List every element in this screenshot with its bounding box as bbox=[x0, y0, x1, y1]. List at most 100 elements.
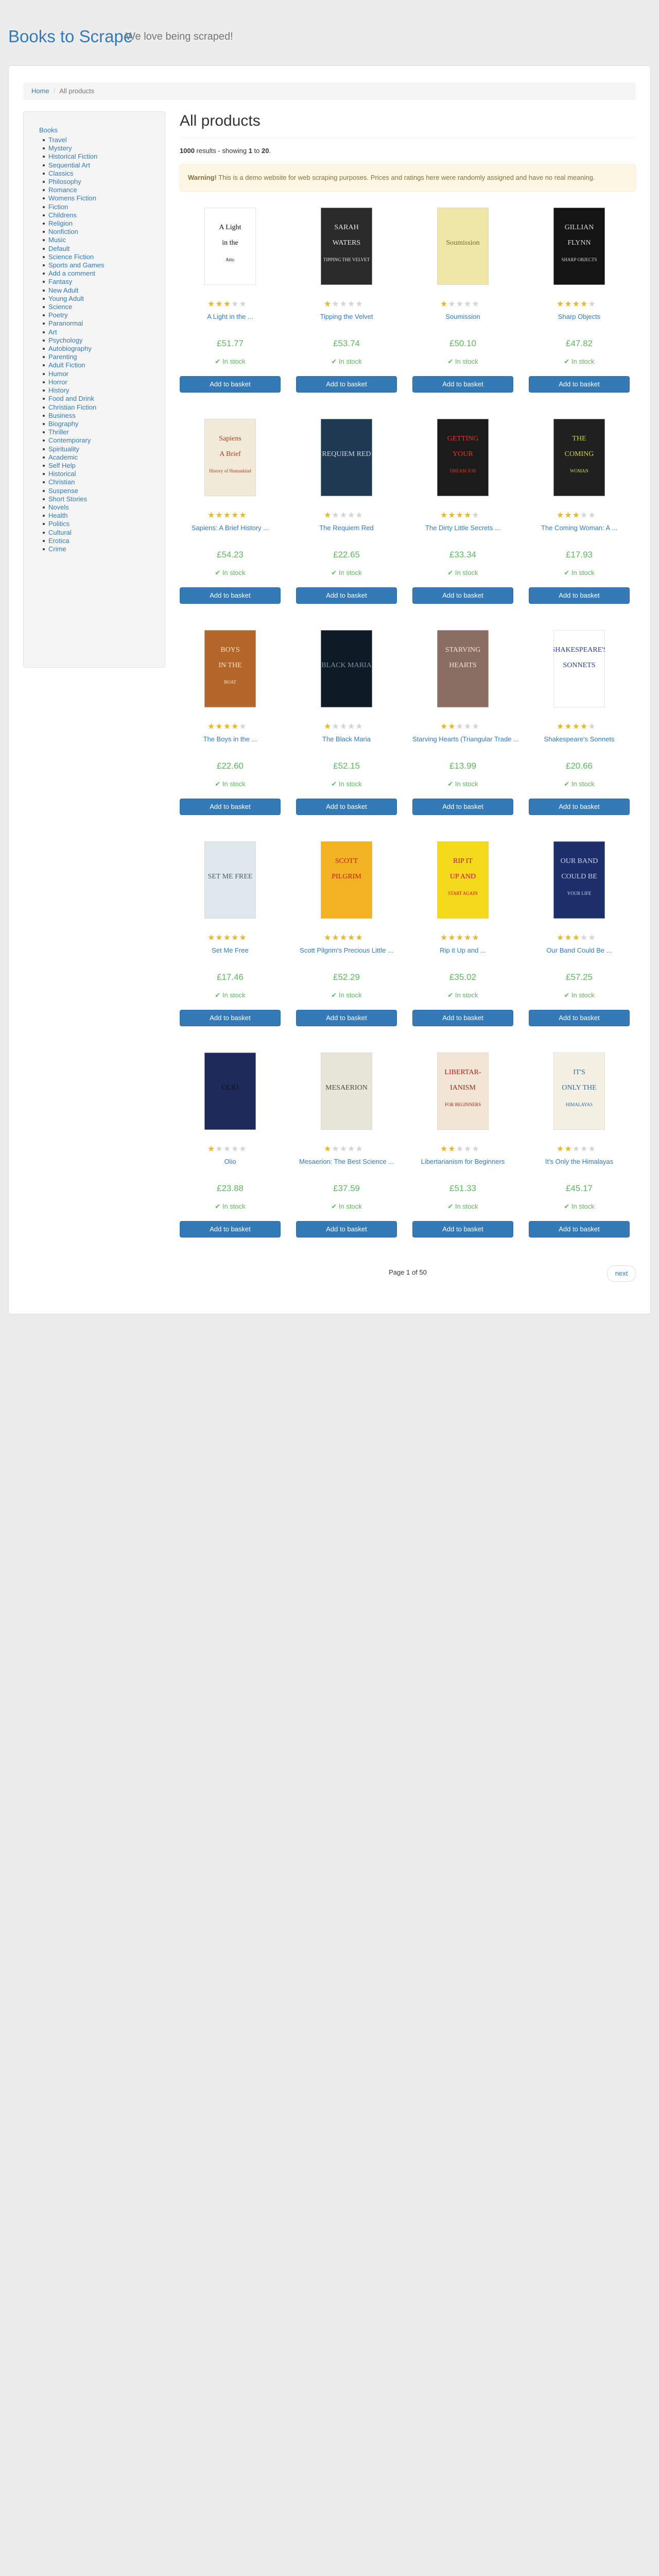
category-link[interactable]: Historical Fiction bbox=[48, 152, 97, 160]
category-link[interactable]: Contemporary bbox=[48, 436, 91, 444]
product-title-link[interactable]: It's Only the Himalayas bbox=[529, 1158, 630, 1165]
category-link[interactable]: Science Fiction bbox=[48, 253, 94, 261]
book-cover[interactable]: BLACK MARIA bbox=[314, 630, 379, 708]
category-link[interactable]: Horror bbox=[48, 378, 67, 386]
category-link[interactable]: Childrens bbox=[48, 211, 77, 219]
category-link[interactable]: Nonfiction bbox=[48, 228, 78, 235]
add-to-basket-button[interactable]: Add to basket bbox=[529, 587, 630, 604]
product-title-link[interactable]: The Boys in the ... bbox=[180, 735, 281, 743]
category-link[interactable]: Academic bbox=[48, 453, 78, 461]
product-title-link[interactable]: Tipping the Velvet bbox=[296, 313, 397, 320]
category-link[interactable]: Autobiography bbox=[48, 345, 92, 352]
category-link[interactable]: Biography bbox=[48, 420, 79, 428]
book-cover[interactable]: Soumission bbox=[430, 207, 495, 285]
category-link[interactable]: Novels bbox=[48, 503, 69, 511]
product-title-link[interactable]: Soumission bbox=[412, 313, 513, 320]
brand-link[interactable]: Books to Scrape bbox=[8, 27, 133, 46]
product-title-link[interactable]: Rip it Up and ... bbox=[412, 946, 513, 954]
category-link[interactable]: Business bbox=[48, 412, 76, 419]
add-to-basket-button[interactable]: Add to basket bbox=[296, 1221, 397, 1238]
add-to-basket-button[interactable]: Add to basket bbox=[529, 1221, 630, 1238]
book-cover[interactable]: REQUIEM RED bbox=[314, 418, 379, 497]
product-title-link[interactable]: Shakespeare's Sonnets bbox=[529, 735, 630, 743]
breadcrumb-home[interactable]: Home bbox=[31, 87, 49, 95]
category-link[interactable]: Womens Fiction bbox=[48, 194, 96, 202]
category-link[interactable]: Art bbox=[48, 328, 57, 336]
book-cover[interactable]: BOYS IN THE BOAT bbox=[198, 630, 263, 708]
category-link[interactable]: Classics bbox=[48, 170, 73, 177]
product-title-link[interactable]: Starving Hearts (Triangular Trade ... bbox=[412, 735, 519, 743]
category-link[interactable]: History bbox=[48, 386, 69, 394]
category-link[interactable]: Spirituality bbox=[48, 445, 79, 453]
add-to-basket-button[interactable]: Add to basket bbox=[529, 799, 630, 815]
add-to-basket-button[interactable]: Add to basket bbox=[296, 1010, 397, 1026]
category-link[interactable]: Sequential Art bbox=[48, 161, 90, 169]
category-link[interactable]: Crime bbox=[48, 545, 66, 553]
book-cover[interactable]: OUR BAND COULD BE YOUR LIFE bbox=[547, 841, 612, 919]
add-to-basket-button[interactable]: Add to basket bbox=[180, 587, 281, 604]
book-cover[interactable]: MESAERION bbox=[314, 1052, 379, 1130]
book-cover[interactable]: A Light in the Attic bbox=[198, 207, 263, 285]
category-link[interactable]: Politics bbox=[48, 520, 70, 528]
category-link[interactable]: Science bbox=[48, 303, 72, 311]
category-link[interactable]: Romance bbox=[48, 186, 77, 194]
product-title-link[interactable]: The Dirty Little Secrets ... bbox=[412, 524, 513, 532]
category-link[interactable]: Fiction bbox=[48, 203, 68, 211]
book-cover[interactable]: RIP IT UP AND START AGAIN bbox=[430, 841, 495, 919]
category-link[interactable]: Add a comment bbox=[48, 269, 95, 277]
add-to-basket-button[interactable]: Add to basket bbox=[529, 1010, 630, 1026]
book-cover[interactable]: SET ME FREE bbox=[198, 841, 263, 919]
book-cover[interactable]: GETTING YOUR DREAM JOB bbox=[430, 418, 495, 497]
category-link[interactable]: Adult Fiction bbox=[48, 361, 85, 369]
book-cover[interactable]: LIBERTAR- IANISM FOR BEGINNERS bbox=[430, 1052, 495, 1130]
add-to-basket-button[interactable]: Add to basket bbox=[180, 1221, 281, 1238]
category-link[interactable]: Parenting bbox=[48, 353, 77, 361]
add-to-basket-button[interactable]: Add to basket bbox=[412, 376, 513, 393]
add-to-basket-button[interactable]: Add to basket bbox=[296, 799, 397, 815]
category-link[interactable]: Young Adult bbox=[48, 295, 84, 302]
category-link[interactable]: Philosophy bbox=[48, 178, 81, 185]
category-link[interactable]: Cultural bbox=[48, 529, 72, 536]
book-cover[interactable]: SARAH WATERS TIPPING THE VELVET bbox=[314, 207, 379, 285]
category-link[interactable]: Christian Fiction bbox=[48, 403, 96, 411]
add-to-basket-button[interactable]: Add to basket bbox=[180, 799, 281, 815]
category-link[interactable]: Short Stories bbox=[48, 495, 87, 503]
category-link[interactable]: Erotica bbox=[48, 537, 69, 545]
category-link[interactable]: Christian bbox=[48, 478, 75, 486]
add-to-basket-button[interactable]: Add to basket bbox=[412, 1221, 513, 1238]
book-cover[interactable]: STARVING HEARTS bbox=[430, 630, 495, 708]
product-title-link[interactable]: Our Band Could Be ... bbox=[529, 946, 630, 954]
category-link[interactable]: Psychology bbox=[48, 336, 82, 344]
product-title-link[interactable]: Libertarianism for Beginners bbox=[412, 1158, 513, 1165]
product-title-link[interactable]: Mesaerion: The Best Science ... bbox=[296, 1158, 397, 1165]
category-link[interactable]: New Adult bbox=[48, 286, 79, 294]
category-link[interactable]: Mystery bbox=[48, 144, 72, 152]
product-title-link[interactable]: The Black Maria bbox=[296, 735, 397, 743]
book-cover[interactable]: SCOTT PILGRIM bbox=[314, 841, 379, 919]
product-title-link[interactable]: Sharp Objects bbox=[529, 313, 630, 320]
category-link[interactable]: Food and Drink bbox=[48, 395, 94, 402]
category-link[interactable]: Self Help bbox=[48, 462, 76, 469]
product-title-link[interactable]: A Light in the ... bbox=[180, 313, 281, 320]
add-to-basket-button[interactable]: Add to basket bbox=[412, 1010, 513, 1026]
product-title-link[interactable]: Scott Pilgrim's Precious Little ... bbox=[296, 946, 397, 954]
category-link[interactable]: Humor bbox=[48, 370, 68, 378]
category-link[interactable]: Religion bbox=[48, 219, 73, 227]
book-cover[interactable]: OLIO bbox=[198, 1052, 263, 1130]
category-link[interactable]: Travel bbox=[48, 136, 67, 144]
book-cover[interactable]: SHAKESPEARE'S SONNETS bbox=[547, 630, 612, 708]
category-link[interactable]: Paranormal bbox=[48, 319, 83, 327]
add-to-basket-button[interactable]: Add to basket bbox=[296, 376, 397, 393]
add-to-basket-button[interactable]: Add to basket bbox=[529, 376, 630, 393]
book-cover[interactable]: THE COMING WOMAN bbox=[547, 418, 612, 497]
product-title-link[interactable]: Set Me Free bbox=[180, 946, 281, 954]
book-cover[interactable]: IT'S ONLY THE HIMALAYAS bbox=[547, 1052, 612, 1130]
add-to-basket-button[interactable]: Add to basket bbox=[180, 1010, 281, 1026]
category-link[interactable]: Poetry bbox=[48, 311, 68, 319]
category-link[interactable]: Sports and Games bbox=[48, 261, 104, 269]
category-link[interactable]: Health bbox=[48, 512, 68, 519]
book-cover[interactable]: GILLIAN FLYNN SHARP OBJECTS bbox=[547, 207, 612, 285]
category-link[interactable]: Music bbox=[48, 236, 66, 244]
category-link[interactable]: Suspense bbox=[48, 487, 78, 495]
product-title-link[interactable]: Olio bbox=[180, 1158, 281, 1165]
